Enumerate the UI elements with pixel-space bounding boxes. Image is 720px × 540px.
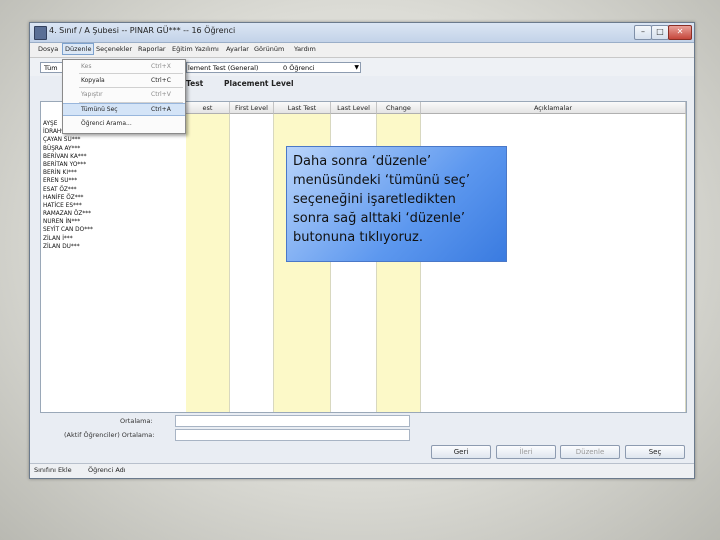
column-header[interactable]: Açıklamalar [421,102,686,114]
student-row[interactable]: BERİVAN KA*** [41,153,181,161]
menu-separator [79,87,183,88]
menu-item-select-all[interactable]: Tümünü Seç Ctrl+A [63,103,185,116]
menu-secenekler[interactable]: Seçenekler [94,44,134,54]
menu-bar: Dosya Düzenle Seçenekler Raporlar Eğitim… [30,43,694,58]
student-list: AYŞE İDRAH*** ÇAYAN SU*** BÜŞRA AY*** BE… [41,120,181,251]
menu-item-cut[interactable]: Kes Ctrl+X [63,61,185,72]
select-button[interactable]: Seç [625,445,685,459]
window-title: 4. Sınıf / A Şubesi -- PINAR GÜ*** -- 16… [49,26,236,35]
column-header[interactable]: Last Level [331,102,377,114]
title-bar: 4. Sınıf / A Şubesi -- PINAR GÜ*** -- 16… [30,23,694,43]
menu-item-paste[interactable]: Yapıştır Ctrl+V [63,89,185,100]
column-fill [230,114,274,412]
edit-menu-dropdown: Kes Ctrl+X Kopyala Ctrl+C Yapıştır Ctrl+… [62,59,186,134]
chevron-down-icon: ▼ [354,64,359,71]
student-row[interactable]: BÜŞRA AY*** [41,145,181,153]
column-header[interactable]: Change [377,102,421,114]
instruction-callout: Daha sonra ‘düzenle’ menüsündeki ‘tümünü… [286,146,507,262]
menu-yardim[interactable]: Yardım [292,44,318,54]
student-row[interactable]: ÇAYAN SU*** [41,136,181,144]
menu-item-label: Tümünü Seç [81,106,118,113]
callout-line: butonuna tıklıyoruz. [293,230,424,245]
student-row[interactable]: HANİFE ÖZ*** [41,194,181,202]
student-row[interactable]: ZİLAN İ*** [41,235,181,243]
tab-test[interactable]: Test [186,77,203,90]
menu-item-label: Öğrenci Arama... [81,120,132,127]
student-row[interactable]: HATİCE ES*** [41,202,181,210]
student-row[interactable]: BERİN KI*** [41,169,181,177]
status-class: Sınıfını Ekle [34,466,72,474]
menu-item-label: Yapıştır [81,91,103,98]
menu-item-shortcut: Ctrl+X [151,63,171,70]
average-value [175,415,410,427]
test-select-label: lement Test (General) [188,64,259,72]
menu-duzenle[interactable]: Düzenle [62,43,95,55]
active-average-label: (Aktif Öğrenciler) Ortalama: [64,431,155,439]
student-row[interactable]: EREN SU*** [41,177,181,185]
menu-item-shortcut: Ctrl+V [151,91,171,98]
edit-button[interactable]: Düzenle [560,445,620,459]
menu-item-shortcut: Ctrl+C [151,77,171,84]
column-header[interactable]: est [186,102,230,114]
menu-item-label: Kes [81,63,92,70]
menu-item-student-search[interactable]: Öğrenci Arama... [63,118,185,129]
average-label: Ortalama: [120,417,153,425]
student-row[interactable]: RAMAZAN ÖZ*** [41,210,181,218]
callout-line: Daha sonra ‘düzenle’ [293,154,432,169]
close-button[interactable]: ✕ [668,25,692,40]
column-fill [186,114,230,412]
callout-line: sonra sağ alttaki ‘düzenle’ [293,211,465,226]
student-row[interactable]: ZİLAN DU*** [41,243,181,251]
menu-separator [79,73,183,74]
menu-dosya[interactable]: Dosya [36,44,60,54]
next-button[interactable]: İleri [496,445,556,459]
menu-gorunum[interactable]: Görünüm [252,44,286,54]
maximize-button[interactable]: □ [651,25,669,40]
back-button[interactable]: Geri [431,445,491,459]
minimize-button[interactable]: – [634,25,652,40]
student-row[interactable]: NUREN İN*** [41,218,181,226]
student-row[interactable]: ESAT ÖZ*** [41,186,181,194]
callout-line: menüsündeki ‘tümünü seç’ [293,173,470,188]
status-bar: Sınıfını Ekle Öğrenci Adı [30,463,694,478]
menu-egitim-yazilimi[interactable]: Eğitim Yazılımı [170,44,221,54]
status-student: Öğrenci Adı [88,466,126,474]
column-header[interactable]: Last Test [274,102,331,114]
column-header[interactable]: First Level [230,102,274,114]
menu-item-label: Kopyala [81,77,105,84]
student-row[interactable]: SEYİT CAN DO*** [41,226,181,234]
menu-item-copy[interactable]: Kopyala Ctrl+C [63,75,185,86]
menu-ayarlar[interactable]: Ayarlar [224,44,251,54]
menu-item-shortcut: Ctrl+A [151,106,171,113]
test-select[interactable]: lement Test (General) 0 Öğrenci ▼ [186,62,361,73]
callout-line: seçeneğini işaretledikten [293,192,456,207]
student-count: 0 Öğrenci [283,64,315,72]
tab-placement-level[interactable]: Placement Level [224,77,294,90]
active-average-value [175,429,410,441]
app-icon [34,26,47,40]
menu-raporlar[interactable]: Raporlar [136,44,168,54]
student-row[interactable]: BERİTAN YO*** [41,161,181,169]
